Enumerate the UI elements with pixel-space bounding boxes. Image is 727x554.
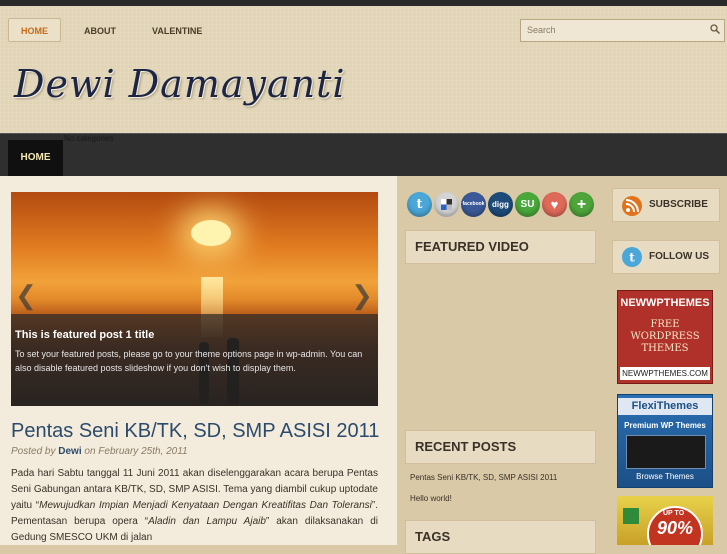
featured-slider[interactable]: ❮ ❯ This is featured post 1 title To set… [11, 192, 378, 406]
ad1-line2: WORDPRESS [630, 331, 700, 342]
recent-posts-heading: RECENT POSTS [405, 430, 596, 464]
top-navigation: HOME ABOUT VALENTINE [8, 18, 225, 42]
ad3-percent: 90% [657, 518, 694, 538]
main-content: ❮ ❯ This is featured post 1 title To set… [0, 176, 397, 545]
favorite-icon[interactable]: ♥ [542, 192, 567, 217]
right-sidebar: SUBSCRIBE t FOLLOW US NEWWPTHEMES FREE WO… [605, 176, 727, 545]
post-meta: Posted by Dewi on February 25th, 2011 [11, 446, 188, 457]
ad2-brand: FlexiThemes [618, 398, 712, 415]
discount-ad[interactable]: UP TO 90% [617, 496, 713, 545]
ad1-url: NEWWPTHEMES.COM [620, 367, 710, 380]
delicious-icon[interactable] [434, 192, 459, 217]
nav-home[interactable]: HOME [8, 18, 61, 42]
search-input[interactable]: Search [520, 19, 725, 42]
social-icons: t facebook digg SU ♥ + [407, 192, 596, 217]
slider-caption: This is featured post 1 title To set you… [11, 314, 378, 406]
newwpthemes-ad[interactable]: NEWWPTHEMES FREE WORDPRESS THEMES NEWWPTHE… [617, 290, 713, 384]
site-header: HOME ABOUT VALENTINE Search Dewi Damayan… [0, 6, 727, 133]
post-title[interactable]: Pentas Seni KB/TK, SD, SMP ASISI 2011 [11, 420, 379, 443]
gift-icon [623, 508, 639, 524]
catnav-home[interactable]: HOME [8, 140, 63, 176]
flexithemes-ad[interactable]: FlexiThemes Premium WP Themes Browse The… [617, 394, 713, 488]
recent-post-link[interactable]: Pentas Seni KB/TK, SD, SMP ASISI 2011 [410, 473, 557, 482]
post-body-opera: Aladin dan Lampu Ajaib [148, 516, 266, 527]
twitter-bird-icon: t [622, 247, 642, 267]
subscribe-label: SUBSCRIBE [649, 199, 708, 210]
ad1-line3: THEMES [641, 343, 689, 354]
middle-sidebar: t facebook digg SU ♥ + FEATURED VIDEO RE… [397, 176, 605, 554]
ad2-theme-preview [626, 435, 706, 469]
ad2-cta: Browse Themes [636, 472, 694, 481]
post-body-theme: Mewujudkan Impian Menjadi Kenyataan Deng… [39, 500, 372, 511]
post-body: Pada hari Sabtu tanggal 11 Juni 2011 aka… [11, 466, 378, 546]
ad1-line1: FREE [650, 319, 680, 330]
follow-us-button[interactable]: t FOLLOW US [612, 240, 720, 274]
category-navigation: HOME No categories [0, 133, 727, 176]
ad3-up-to: UP TO [663, 510, 685, 517]
add-icon[interactable]: + [569, 192, 594, 217]
site-logo[interactable]: Dewi Damayanti [14, 62, 346, 106]
slider-next-arrow[interactable]: ❯ [350, 280, 374, 310]
facebook-icon[interactable]: facebook [461, 192, 486, 217]
no-categories-text: No categories [64, 134, 114, 143]
svg-text:t: t [629, 251, 635, 265]
tags-heading: TAGS [405, 520, 596, 554]
subscribe-button[interactable]: SUBSCRIBE [612, 188, 720, 222]
search-icon[interactable] [710, 24, 720, 34]
slider-caption-title[interactable]: This is featured post 1 title [15, 329, 154, 341]
ad2-tagline: Premium WP Themes [624, 421, 706, 430]
featured-video-heading: FEATURED VIDEO [405, 230, 596, 264]
delicious-squares [441, 199, 452, 210]
slider-caption-text: To set your featured posts, please go to… [15, 349, 363, 373]
ad1-tagline: FREE WORDPRESS THEMES [618, 319, 712, 355]
nav-about[interactable]: ABOUT [71, 18, 129, 42]
rss-icon [622, 196, 642, 216]
post-date: on February 25th, 2011 [84, 446, 188, 457]
twitter-icon[interactable]: t [407, 192, 432, 217]
post-meta-prefix: Posted by [11, 446, 56, 457]
slider-prev-arrow[interactable]: ❮ [14, 280, 38, 310]
ad1-brand: NEWWPTHEMES [620, 297, 710, 309]
sunset-sun [191, 220, 231, 246]
search-placeholder: Search [527, 25, 556, 35]
nav-valentine[interactable]: VALENTINE [139, 18, 215, 42]
recent-post-link[interactable]: Hello world! [410, 494, 452, 503]
digg-icon[interactable]: digg [488, 192, 513, 217]
follow-us-label: FOLLOW US [649, 251, 709, 262]
stumbleupon-icon[interactable]: SU [515, 192, 540, 217]
post-author-link[interactable]: Dewi [58, 446, 81, 457]
